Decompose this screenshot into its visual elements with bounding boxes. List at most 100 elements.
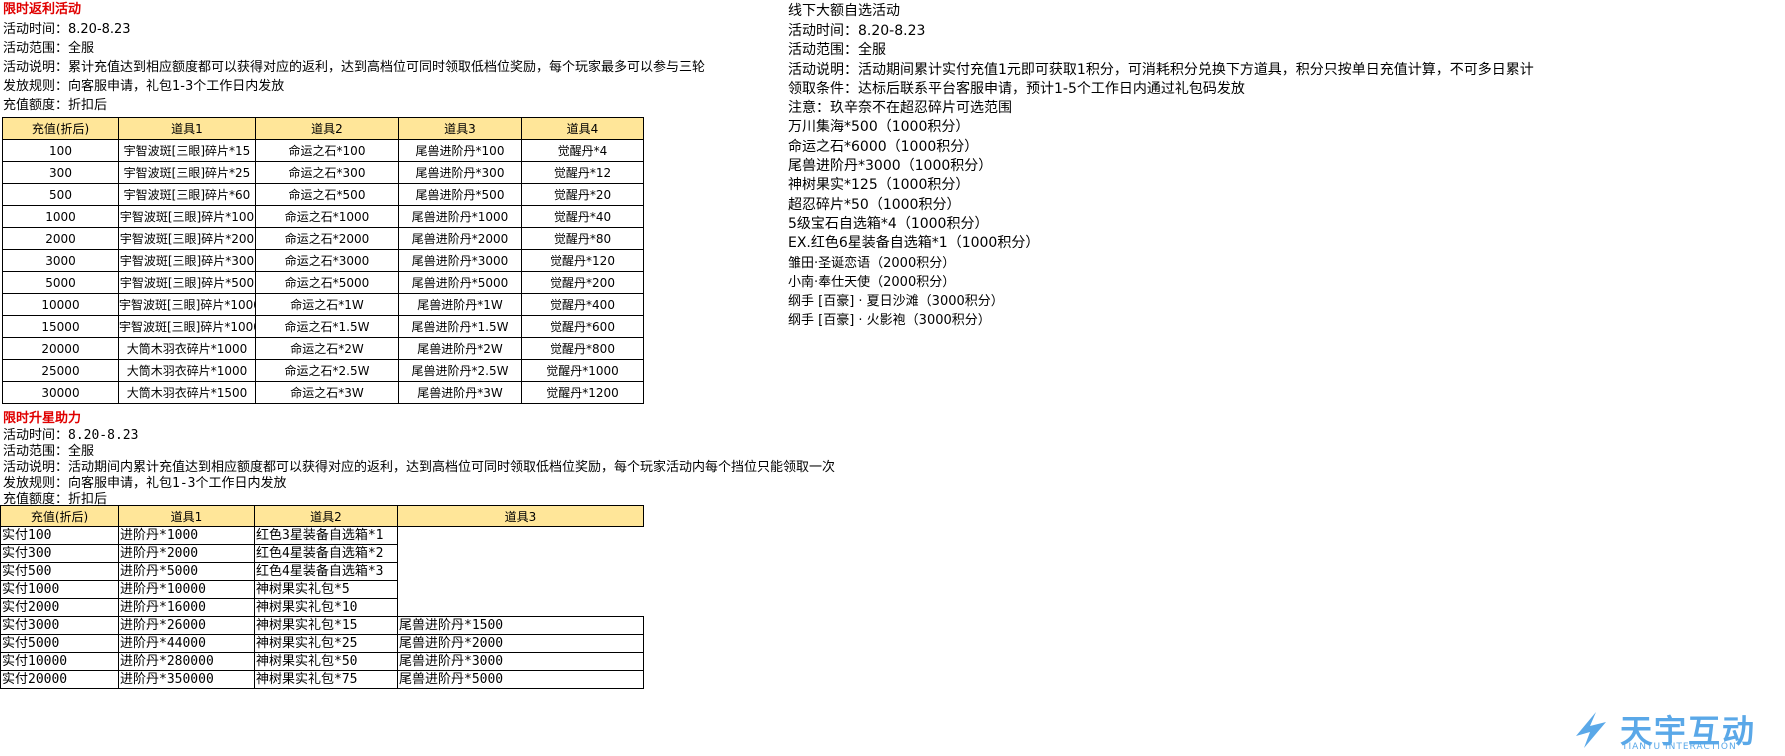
table-cell: 尾兽进阶丹*1W <box>398 293 522 316</box>
table-cell: 尾兽进阶丹*5000 <box>398 271 522 294</box>
offline-line: 万川集海*500（1000积分） <box>788 119 970 136</box>
offline-skin-line: 小南·奉仕天使（2000积分） <box>788 274 956 290</box>
table-cell: 进阶丹*350000 <box>118 670 255 689</box>
table-row: 实付10000 进阶丹*280000 神树果实礼包*50 尾兽进阶丹*3000 <box>0 652 644 671</box>
table-row: 500 宇智波斑[三眼]碎片*60 命运之石*500 尾兽进阶丹*500 觉醒丹*20 <box>2 183 644 206</box>
table-row: 30000 大筒木羽衣碎片*1500 命运之石*3W 尾兽进阶丹*3W 觉醒丹*1200 <box>2 381 644 404</box>
table-cell: 30000 <box>2 381 119 404</box>
starup-table: 充值(折后) 道具1 道具2 道具3 实付100 进阶丹*1000 红色3星装备自选… <box>0 505 644 689</box>
table-cell: 实付20000 <box>0 670 119 689</box>
table-cell: 红色4星装备自选箱*3 <box>254 562 398 581</box>
table-cell: 宇智波斑[三眼]碎片*100 <box>118 205 256 228</box>
table-cell: 命运之石*5000 <box>255 271 399 294</box>
table-cell: 命运之石*2000 <box>255 227 399 250</box>
table-cell: 尾兽进阶丹*2W <box>398 337 522 360</box>
table-cell: 宇智波斑[三眼]碎片*60 <box>118 183 256 206</box>
starup-title: 限时升星助力 <box>3 411 82 426</box>
table-cell: 尾兽进阶丹*2.5W <box>398 359 522 382</box>
table-cell: 进阶丹*5000 <box>118 562 255 581</box>
offline-skin-line: 雏田·圣诞恋语（2000积分） <box>788 255 956 271</box>
header-cell: 道具2 <box>254 505 398 527</box>
table-cell: 神树果实礼包*25 <box>254 634 398 653</box>
table-cell: 大筒木羽衣碎片*1000 <box>118 359 256 382</box>
logo-subtext: TIANYU INTERACTION <box>1622 742 1737 752</box>
table-row: 300 宇智波斑[三眼]碎片*25 命运之石*300 尾兽进阶丹*300 觉醒丹*12 <box>2 161 644 184</box>
starup-table-header: 充值(折后) 道具1 道具2 道具3 <box>0 505 644 527</box>
table-cell: 大筒木羽衣碎片*1000 <box>118 337 256 360</box>
table-cell: 进阶丹*2000 <box>118 544 255 563</box>
header-cell: 道具3 <box>398 117 522 140</box>
table-row: 2000 宇智波斑[三眼]碎片*200 命运之石*2000 尾兽进阶丹*2000 觉醒丹… <box>2 227 644 250</box>
table-row: 实付20000 进阶丹*350000 神树果实礼包*75 尾兽进阶丹*5000 <box>0 670 644 689</box>
table-row: 20000 大筒木羽衣碎片*1000 命运之石*2W 尾兽进阶丹*2W 觉醒丹*800 <box>2 337 644 360</box>
offline-line: 神树果实*125（1000积分） <box>788 177 970 194</box>
table-cell: 5000 <box>2 271 119 294</box>
table-cell: 25000 <box>2 359 119 382</box>
table-cell: 神树果实礼包*15 <box>254 616 398 635</box>
offline-line: 命运之石*6000（1000积分） <box>788 138 979 155</box>
table-cell: 神树果实礼包*5 <box>254 580 398 599</box>
table-row: 10000 宇智波斑[三眼]碎片*1000 命运之石*1W 尾兽进阶丹*1W 觉醒丹*4… <box>2 293 644 316</box>
offline-skin-line: 纲手 [百豪] · 火影袍（3000积分） <box>788 313 991 329</box>
table-cell <box>397 562 644 581</box>
table-cell: 觉醒丹*200 <box>521 271 644 294</box>
table-row: 实付100 进阶丹*1000 红色3星装备自选箱*1 <box>0 526 644 545</box>
table-cell: 实付300 <box>0 544 119 563</box>
table-cell: 尾兽进阶丹*3000 <box>397 652 644 671</box>
rebate-table: 充值(折后) 道具1 道具2 道具3 道具4 100 宇智波斑[三眼]碎片*15 命… <box>2 117 644 404</box>
table-cell: 进阶丹*16000 <box>118 598 255 617</box>
table-cell: 尾兽进阶丹*500 <box>398 183 522 206</box>
table-cell: 实付3000 <box>0 616 119 635</box>
table-cell: 尾兽进阶丹*100 <box>398 139 522 162</box>
table-cell: 尾兽进阶丹*1.5W <box>398 315 522 338</box>
table-row: 25000 大筒木羽衣碎片*1000 命运之石*2.5W 尾兽进阶丹*2.5W 觉醒丹*… <box>2 359 644 382</box>
table-row: 实付3000 进阶丹*26000 神树果实礼包*15 尾兽进阶丹*1500 <box>0 616 644 635</box>
rebate-table-header: 充值(折后) 道具1 道具2 道具3 道具4 <box>2 117 644 140</box>
table-row: 5000 宇智波斑[三眼]碎片*500 命运之石*5000 尾兽进阶丹*5000 觉醒丹… <box>2 271 644 294</box>
table-cell: 进阶丹*44000 <box>118 634 255 653</box>
rebate-time: 活动时间：8.20-8.23 <box>3 22 131 37</box>
table-cell: 尾兽进阶丹*2000 <box>397 634 644 653</box>
table-cell: 宇智波斑[三眼]碎片*15 <box>118 139 256 162</box>
table-cell <box>397 544 644 563</box>
table-cell: 100 <box>2 139 119 162</box>
table-cell <box>397 526 644 545</box>
table-cell: 尾兽进阶丹*1500 <box>397 616 644 635</box>
table-cell: 觉醒丹*120 <box>521 249 644 272</box>
header-cell: 道具2 <box>255 117 399 140</box>
table-cell: 红色3星装备自选箱*1 <box>254 526 398 545</box>
table-cell: 500 <box>2 183 119 206</box>
table-cell <box>397 580 644 599</box>
header-cell: 道具1 <box>118 117 256 140</box>
table-cell: 宇智波斑[三眼]碎片*500 <box>118 271 256 294</box>
offline-line: 活动时间：8.20-8.23 <box>788 23 926 39</box>
table-cell: 尾兽进阶丹*300 <box>398 161 522 184</box>
table-cell: 觉醒丹*80 <box>521 227 644 250</box>
table-cell: 命运之石*2W <box>255 337 399 360</box>
table-cell: 命运之石*1.5W <box>255 315 399 338</box>
table-cell: 觉醒丹*600 <box>521 315 644 338</box>
table-cell: 300 <box>2 161 119 184</box>
tianyu-logo: 天宇互动 TIANYU INTERACTION <box>1570 706 1780 752</box>
table-row: 实付5000 进阶丹*44000 神树果实礼包*25 尾兽进阶丹*2000 <box>0 634 644 653</box>
offline-line: EX.红色6星装备自选箱*1（1000积分） <box>788 235 1040 252</box>
table-cell: 2000 <box>2 227 119 250</box>
table-row: 1000 宇智波斑[三眼]碎片*100 命运之石*1000 尾兽进阶丹*1000 觉醒丹… <box>2 205 644 228</box>
table-cell: 觉醒丹*20 <box>521 183 644 206</box>
rebate-rules: 发放规则：向客服申请，礼包1-3个工作日内发放 <box>3 79 285 94</box>
rebate-desc: 活动说明：累计充值达到相应额度都可以获得对应的返利，达到高档位可同时领取低档位奖… <box>3 60 706 75</box>
table-cell: 实付100 <box>0 526 119 545</box>
table-cell: 宇智波斑[三眼]碎片*25 <box>118 161 256 184</box>
offline-section: 线下大额自选活动 活动时间：8.20-8.23 活动范围：全服 活动说明：活动期间累… <box>788 0 1534 331</box>
offline-skin-line: 纲手 [百豪] · 夏日沙滩（3000积分） <box>788 294 1004 310</box>
table-cell: 进阶丹*10000 <box>118 580 255 599</box>
table-row: 15000 宇智波斑[三眼]碎片*1000 命运之石*1.5W 尾兽进阶丹*1.5W 觉… <box>2 315 644 338</box>
table-cell: 觉醒丹*400 <box>521 293 644 316</box>
table-cell: 宇智波斑[三眼]碎片*200 <box>118 227 256 250</box>
rebate-scope: 活动范围：全服 <box>3 41 95 56</box>
header-cell: 充值(折后) <box>0 505 119 527</box>
table-cell: 尾兽进阶丹*3000 <box>398 249 522 272</box>
table-cell: 神树果实礼包*75 <box>254 670 398 689</box>
table-cell: 命运之石*3000 <box>255 249 399 272</box>
table-cell <box>397 598 644 617</box>
